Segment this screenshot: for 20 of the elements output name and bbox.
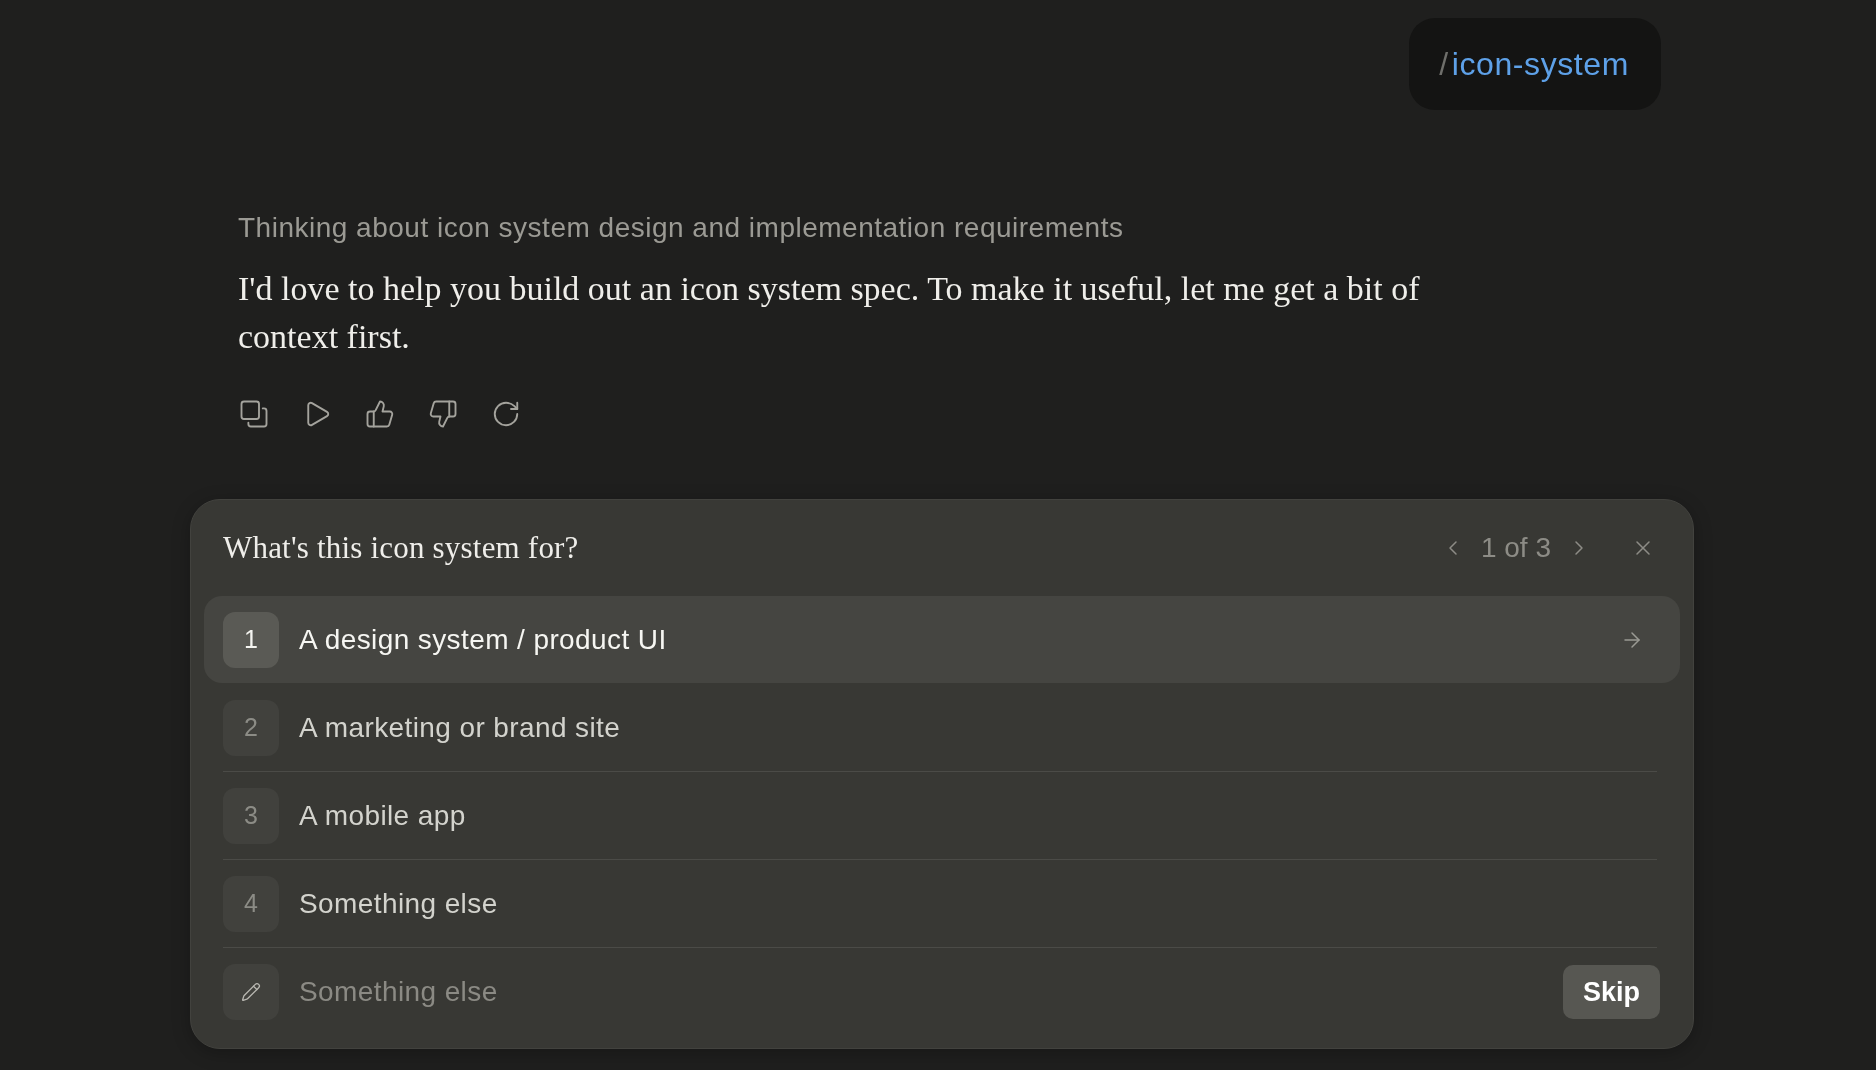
command-badge: /icon-system — [1409, 18, 1661, 110]
key-badge: 1 — [223, 611, 279, 668]
option-row[interactable]: 2 A marketing or brand site — [204, 684, 1680, 771]
thumbs-up-icon[interactable] — [365, 399, 395, 429]
key-badge: 2 — [223, 699, 279, 756]
skip-button[interactable]: Skip — [1563, 965, 1660, 1019]
thumbs-down-icon[interactable] — [428, 399, 458, 429]
pencil-icon — [223, 964, 279, 1020]
retry-icon[interactable] — [491, 399, 521, 429]
option-row[interactable]: 1 A design system / product UI — [204, 596, 1680, 683]
option-row[interactable]: 3 A mobile app — [204, 772, 1680, 859]
thinking-summary[interactable]: Thinking about icon system design and implementation requirements — [238, 211, 1124, 245]
question-title: What's this icon system for? — [223, 530, 580, 566]
page-counter: 1 of 3 — [1480, 532, 1551, 564]
key-badge: 3 — [223, 787, 279, 844]
assistant-message: I'd love to help you build out an icon system spec. To make it useful, let me get a bit of context first. — [238, 269, 1421, 357]
copy-icon[interactable] — [239, 399, 269, 429]
key-badge: 4 — [223, 875, 279, 932]
answer-field[interactable]: Something else — [299, 968, 1543, 1016]
option-row[interactable]: 4 Something else — [204, 860, 1680, 947]
